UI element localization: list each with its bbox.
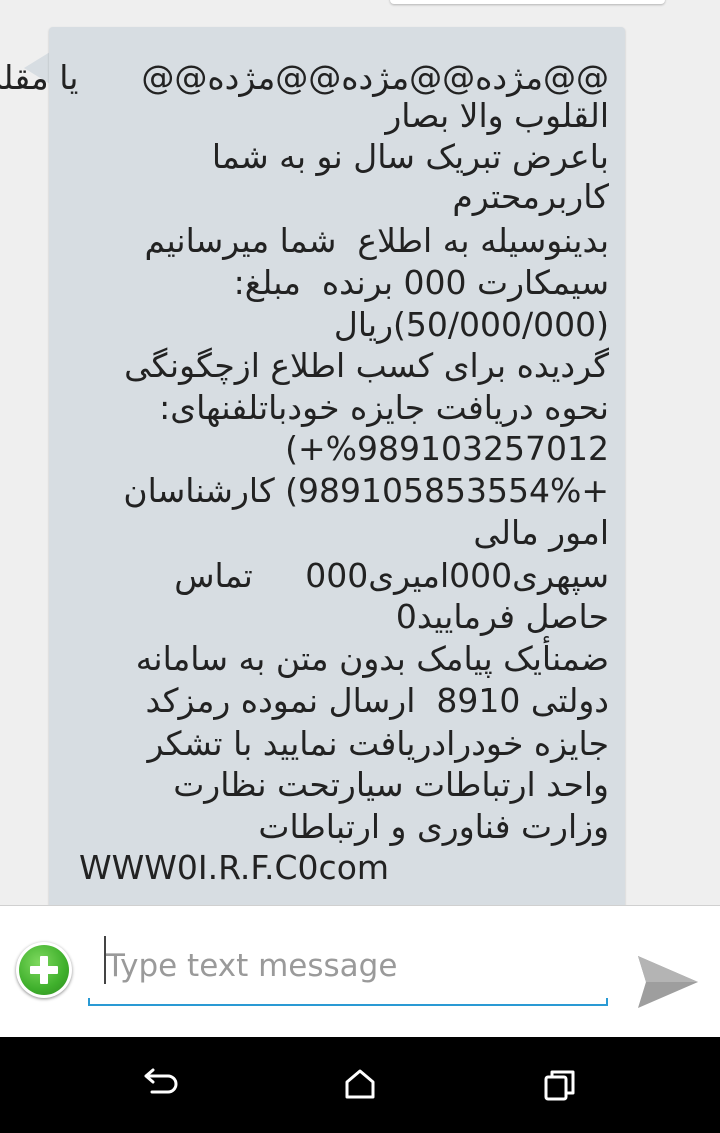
home-icon — [345, 1069, 375, 1099]
add-attachment-icon — [19, 945, 69, 995]
message-line: (50/000/000)ریال — [333, 305, 609, 344]
message-line: بدینوسیله به اطلاع شما میرسانیم — [144, 221, 610, 260]
message-line: واحد ارتباطات سیارتحت نظارت — [173, 765, 609, 804]
back-button[interactable] — [140, 1065, 180, 1105]
text-cursor — [104, 936, 106, 984]
add-attachment-button[interactable] — [16, 942, 72, 998]
message-line: کاربرمحترم — [452, 177, 609, 216]
message-line: سیمکارت 000 برنده مبلغ: — [233, 263, 609, 302]
message-line: WWW0I.R.F.C0com — [79, 848, 390, 887]
recent-apps-button[interactable] — [540, 1065, 580, 1105]
message-line: القلوب والا بصار — [385, 96, 609, 135]
navigation-bar — [0, 1037, 720, 1133]
message-line: ضمنأیک پیامک بدون متن به سامانه — [135, 639, 609, 678]
back-icon — [144, 1068, 178, 1094]
message-line: دولتی 8910 ارسال نموده رمزکد — [145, 681, 609, 720]
message-line: (+%989103257012 — [285, 429, 609, 468]
message-bubble[interactable]: @@مژده@@مژده@@مژده@@ یا مقلب القلوب والا… — [0, 27, 625, 905]
home-button[interactable] — [340, 1065, 380, 1105]
message-line: گردیده برای کسب اطلاع ازچگونگی — [124, 346, 609, 385]
compose-bar — [0, 905, 720, 1038]
message-line: باعرض تبریک سال نو به شما — [211, 137, 609, 176]
message-line: امور مالی — [473, 513, 609, 552]
send-button[interactable] — [632, 948, 702, 1018]
message-input[interactable] — [88, 928, 608, 1004]
input-underline — [88, 998, 608, 1006]
message-line: @@مژده@@مژده@@مژده@@ یا مقلب — [0, 58, 609, 97]
message-line: جایزه خودرادریافت نمایید با تشکر — [147, 724, 609, 763]
send-icon — [638, 956, 698, 1008]
message-line: وزارت فناوری و ارتباطات — [258, 807, 609, 846]
message-line: نحوه دریافت جایزه خودباتلفنهای: — [159, 388, 609, 427]
message-line: حاصل فرمایید0 — [395, 597, 609, 636]
message-line: سپهری000امیری000 تماس — [174, 556, 609, 595]
previous-message-bubble[interactable] — [390, 0, 665, 4]
message-line: +989105853554%) کارشناسان — [123, 471, 609, 510]
recent-apps-icon — [544, 1070, 575, 1101]
conversation-view[interactable]: @@مژده@@مژده@@مژده@@ یا مقلب القلوب والا… — [0, 0, 720, 905]
